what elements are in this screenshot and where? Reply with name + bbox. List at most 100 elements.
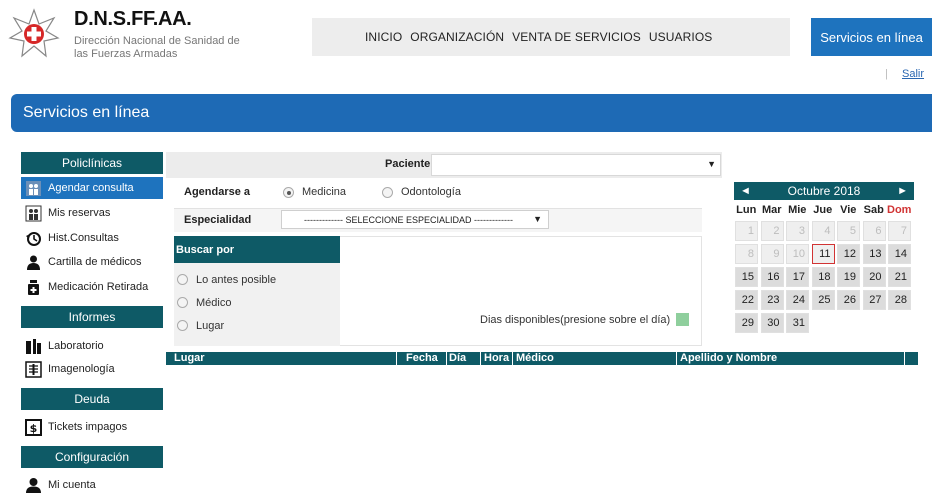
radio-odontologia[interactable] xyxy=(382,187,393,198)
calendar-day-20[interactable]: 20 xyxy=(862,267,886,287)
calendar-day-14[interactable]: 14 xyxy=(888,244,911,264)
nav-venta-de-servicios[interactable]: VENTA DE SERVICIOS xyxy=(512,30,641,44)
paciente-label: Paciente xyxy=(385,158,431,170)
especialidad-select[interactable]: ------------- SELECCIONE ESPECIALIDAD --… xyxy=(281,210,549,229)
nav-inicio[interactable]: INICIO xyxy=(365,30,402,44)
calendar-day-9: 9 xyxy=(760,244,784,264)
calendar-next-button[interactable]: ► xyxy=(897,185,908,197)
nav-usuarios[interactable]: USUARIOS xyxy=(649,30,712,44)
sidebar-item-mi-cuenta[interactable]: Mi cuenta xyxy=(21,474,163,496)
calendar-day-6: 6 xyxy=(862,221,886,241)
radio-medicina[interactable] xyxy=(283,187,294,198)
calendar-day-29[interactable]: 29 xyxy=(735,313,758,333)
page-banner: Servicios en línea xyxy=(11,94,932,132)
calendar-prev-button[interactable]: ◄ xyxy=(740,185,751,197)
sidebar-item-label: Hist.Consultas xyxy=(48,232,119,244)
calendar-day-2: 2 xyxy=(760,221,784,241)
column-lugar: Lugar xyxy=(174,352,205,364)
sidebar-item-label: Agendar consulta xyxy=(48,182,134,194)
sidebar-item-label: Laboratorio xyxy=(48,340,104,352)
sidebar-item-hist-consultas[interactable]: Hist.Consultas xyxy=(21,227,163,249)
history-icon xyxy=(25,230,42,247)
calendar-day-22[interactable]: 22 xyxy=(735,290,758,310)
calendar-day-3: 3 xyxy=(786,221,809,241)
calendar-weekday-lun: Lun xyxy=(736,204,757,216)
calendar-day-8: 8 xyxy=(735,244,758,264)
doctors-icon xyxy=(25,205,42,222)
agendarse-label: Agendarse a xyxy=(184,186,251,198)
servicios-en-linea-button[interactable]: Servicios en línea xyxy=(811,18,932,56)
especialidad-value: ------------- SELECCIONE ESPECIALIDAD --… xyxy=(304,214,513,225)
brand-subtitle: Dirección Nacional de Sanidad de las Fue… xyxy=(74,35,240,60)
sidebar-item-label: Mis reservas xyxy=(48,207,111,219)
calendar-day-30[interactable]: 30 xyxy=(760,313,784,333)
radio-odontologia-label: Odontología xyxy=(401,186,461,198)
calendar-weekday-sab: Sab xyxy=(863,204,884,216)
lab-icon xyxy=(25,338,42,355)
calendar-day-23[interactable]: 23 xyxy=(760,290,784,310)
calendar-day-31[interactable]: 31 xyxy=(786,313,809,333)
sidebar-item-tickets-impagos[interactable]: $ Tickets impagos xyxy=(21,416,163,438)
brand-title: D.N.S.FF.AA. xyxy=(74,8,192,30)
radio-medicina-label: Medicina xyxy=(302,186,347,198)
medicine-bottle-icon xyxy=(25,279,42,296)
top-navigation: INICIO ORGANIZACIÓN VENTA DE SERVICIOS U… xyxy=(312,18,790,56)
radio-medico[interactable] xyxy=(177,297,188,308)
sidebar-item-medicacion-retirada[interactable]: Medicación Retirada xyxy=(21,276,163,298)
radio-lo-antes-posible-label: Lo antes posible xyxy=(196,274,277,286)
dias-disponibles-swatch xyxy=(676,313,689,326)
calendar-day-5: 5 xyxy=(837,221,860,241)
calendar-weekday-vie: Vie xyxy=(840,204,857,216)
column-fecha: Fecha xyxy=(406,352,438,364)
column-separator xyxy=(512,352,513,365)
calendar-day-28[interactable]: 28 xyxy=(888,290,911,310)
calendar-day-21[interactable]: 21 xyxy=(888,267,911,287)
sidebar-item-cartilla-de-medicos[interactable]: Cartilla de médicos xyxy=(21,251,163,273)
page-title: Servicios en línea xyxy=(23,104,150,121)
calendar-day-19[interactable]: 19 xyxy=(837,267,860,287)
calendar-day-17[interactable]: 17 xyxy=(786,267,809,287)
sidebar-item-imagenologia[interactable]: Imagenología xyxy=(21,358,163,380)
column-separator xyxy=(480,352,481,365)
calendar-day-13[interactable]: 13 xyxy=(862,244,886,264)
calendar-day-27[interactable]: 27 xyxy=(862,290,886,310)
sidebar-item-agendar-consulta[interactable]: Agendar consulta xyxy=(21,177,163,199)
calendar-header: ◄ Octubre 2018 ► xyxy=(734,182,914,200)
doctors-icon xyxy=(25,180,42,197)
column-dia: Día xyxy=(449,352,467,364)
sidebar-item-label: Imagenología xyxy=(48,363,115,375)
calendar-day-12[interactable]: 12 xyxy=(837,244,860,264)
sidebar-item-laboratorio[interactable]: Laboratorio xyxy=(21,335,163,357)
calendar-day-25[interactable]: 25 xyxy=(811,290,835,310)
column-medico: Médico xyxy=(516,352,554,364)
calendar-day-11[interactable]: 11 xyxy=(811,244,835,264)
nav-organizacion[interactable]: ORGANIZACIÓN xyxy=(410,30,504,44)
calendar-day-18[interactable]: 18 xyxy=(811,267,835,287)
chevron-down-icon: ▼ xyxy=(533,214,542,224)
calendar-day-15[interactable]: 15 xyxy=(735,267,758,287)
dollar-ticket-icon: $ xyxy=(25,418,42,436)
sidebar-item-label: Mi cuenta xyxy=(48,479,96,491)
calendar-day-24[interactable]: 24 xyxy=(786,290,809,310)
logout-link[interactable]: Salir xyxy=(902,68,924,80)
calendar-weekday-jue: Jue xyxy=(813,204,833,216)
doctor-icon xyxy=(25,254,42,271)
calendar-weekday-mar: Mar xyxy=(761,204,782,216)
column-apellido-y-nombre: Apellido y Nombre xyxy=(680,352,778,364)
sidebar-item-label: Medicación Retirada xyxy=(48,281,149,293)
dnsffaa-logo[interactable] xyxy=(8,8,60,60)
radio-lugar[interactable] xyxy=(177,320,188,331)
calendar-day-26[interactable]: 26 xyxy=(837,290,860,310)
calendar-weekday-dom: Dom xyxy=(887,204,912,216)
sidebar-item-mis-reservas[interactable]: Mis reservas xyxy=(21,202,163,224)
sidebar-section-configuracion: Configuración xyxy=(21,446,163,468)
paciente-select[interactable]: ▼ xyxy=(431,154,721,176)
column-separator xyxy=(904,352,905,365)
sidebar-item-label: Cartilla de médicos xyxy=(48,256,142,268)
column-separator xyxy=(446,352,447,365)
radio-lugar-label: Lugar xyxy=(196,320,225,332)
radio-lo-antes-posible[interactable] xyxy=(177,274,188,285)
calendar-day-16[interactable]: 16 xyxy=(760,267,784,287)
chevron-down-icon: ▼ xyxy=(707,159,716,169)
sidebar-section-informes: Informes xyxy=(21,306,163,328)
